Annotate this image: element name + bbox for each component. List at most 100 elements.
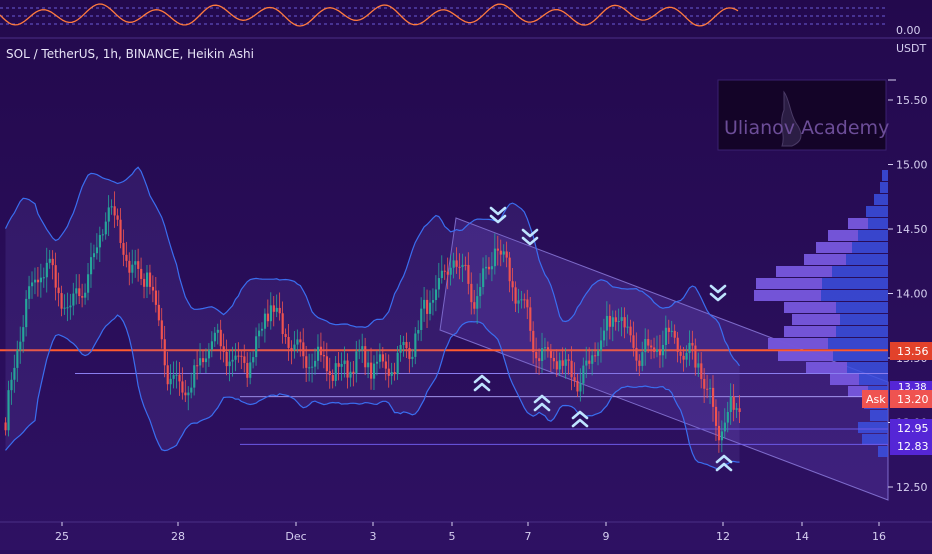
candle-body-193 (573, 377, 576, 381)
candle-body-214 (635, 347, 638, 361)
candle-body-242 (717, 425, 721, 441)
candle-body-168 (499, 250, 502, 255)
candle-body-153 (455, 260, 458, 267)
price-chart[interactable]: 0.00 USDT SOL / TetherUS, 1h, BINANCE, H… (0, 0, 932, 550)
candle-body-111 (331, 375, 334, 381)
candle-body-167 (496, 248, 499, 251)
candle-body-39 (119, 219, 122, 243)
candle-body-182 (541, 348, 544, 362)
candle-body-177 (526, 299, 529, 308)
candle-body-225 (667, 327, 670, 332)
candle-body-115 (343, 360, 346, 364)
svg-text:12.83: 12.83 (897, 440, 929, 453)
volume-bar-sell-8 (776, 266, 832, 277)
candle-body-143 (426, 299, 429, 314)
candle-body-84 (252, 357, 255, 363)
candle-body-222 (658, 349, 662, 356)
volume-bar-sell-13 (784, 326, 836, 337)
candle-body-27 (84, 292, 87, 298)
candle-body-26 (81, 296, 84, 298)
candle-body-88 (263, 313, 267, 329)
candle-body-212 (629, 326, 632, 336)
candle-body-120 (358, 349, 361, 352)
candle-body-20 (63, 307, 66, 309)
candle-body-209 (620, 317, 623, 321)
x-tick-label-4: 5 (449, 530, 456, 543)
candle-body-6 (22, 327, 25, 342)
candle-body-14 (45, 262, 48, 278)
candle-body-136 (405, 341, 408, 349)
candle-body-220 (653, 347, 656, 352)
candle-body-178 (529, 307, 532, 331)
candle-body-224 (664, 327, 667, 345)
candle-body-82 (246, 362, 249, 378)
volume-bar-3 (866, 206, 888, 217)
y-tick-label-0: 15.50 (896, 94, 928, 107)
candle-body-81 (243, 356, 246, 363)
candle-body-165 (490, 266, 494, 270)
candle-body-0 (4, 422, 7, 431)
candle-body-236 (700, 363, 703, 379)
candle-body-200 (594, 355, 597, 357)
candle-body-59 (178, 374, 181, 382)
candle-body-160 (476, 296, 479, 309)
volume-bar-sell-10 (754, 290, 821, 301)
candle-body-33 (101, 234, 104, 236)
candle-body-56 (169, 378, 172, 385)
candle-body-172 (511, 281, 514, 288)
candle-body-244 (723, 422, 726, 432)
candle-body-102 (305, 356, 308, 368)
candle-body-189 (561, 360, 564, 366)
candle-body-99 (296, 339, 299, 345)
candle-body-7 (25, 298, 28, 328)
candle-body-162 (482, 268, 485, 288)
volume-bar-sell-5 (828, 230, 858, 241)
volume-bar-2 (874, 194, 888, 205)
candle-body-117 (349, 371, 352, 378)
candle-body-245 (726, 411, 729, 423)
candle-body-80 (240, 355, 243, 357)
candle-body-231 (685, 352, 688, 360)
candle-body-221 (656, 349, 659, 352)
y-tick-label-1: 15.00 (896, 159, 928, 172)
candle-body-58 (175, 374, 178, 376)
candle-body-86 (258, 330, 261, 337)
candle-body-4 (16, 350, 19, 368)
candle-body-61 (184, 392, 187, 396)
candle-body-74 (222, 346, 225, 352)
candle-body-22 (69, 305, 72, 308)
candle-body-213 (632, 335, 635, 348)
candle-body-78 (234, 355, 237, 360)
candle-body-132 (393, 372, 396, 375)
candle-body-95 (284, 334, 287, 337)
candle-body-23 (72, 293, 75, 306)
candle-body-199 (591, 355, 594, 364)
candle-body-75 (225, 351, 228, 367)
candle-body-112 (334, 363, 337, 381)
candle-body-106 (316, 346, 320, 361)
candle-body-32 (98, 235, 101, 248)
candle-body-141 (420, 308, 423, 330)
candle-body-67 (202, 358, 205, 363)
volume-bar-sell-4 (848, 218, 868, 229)
candle-body-83 (249, 362, 252, 378)
candle-body-157 (467, 264, 470, 284)
candle-body-47 (143, 278, 146, 287)
symbol-title: SOL / TetherUS, 1h, BINANCE, Heikin Ashi (6, 47, 254, 61)
candle-body-29 (89, 257, 93, 275)
candle-body-105 (314, 360, 317, 367)
candle-body-71 (213, 332, 216, 342)
candle-body-72 (216, 329, 219, 333)
candle-body-198 (588, 360, 591, 364)
candle-body-158 (470, 283, 473, 303)
candle-body-103 (308, 367, 311, 369)
currency-label: USDT (896, 42, 927, 55)
candle-body-164 (487, 266, 491, 270)
candle-body-128 (381, 354, 384, 362)
candle-body-121 (361, 346, 364, 350)
candle-body-151 (449, 267, 452, 275)
candle-body-38 (116, 215, 119, 220)
candle-body-239 (709, 387, 712, 389)
candle-body-87 (260, 328, 264, 331)
candle-body-93 (278, 307, 281, 314)
